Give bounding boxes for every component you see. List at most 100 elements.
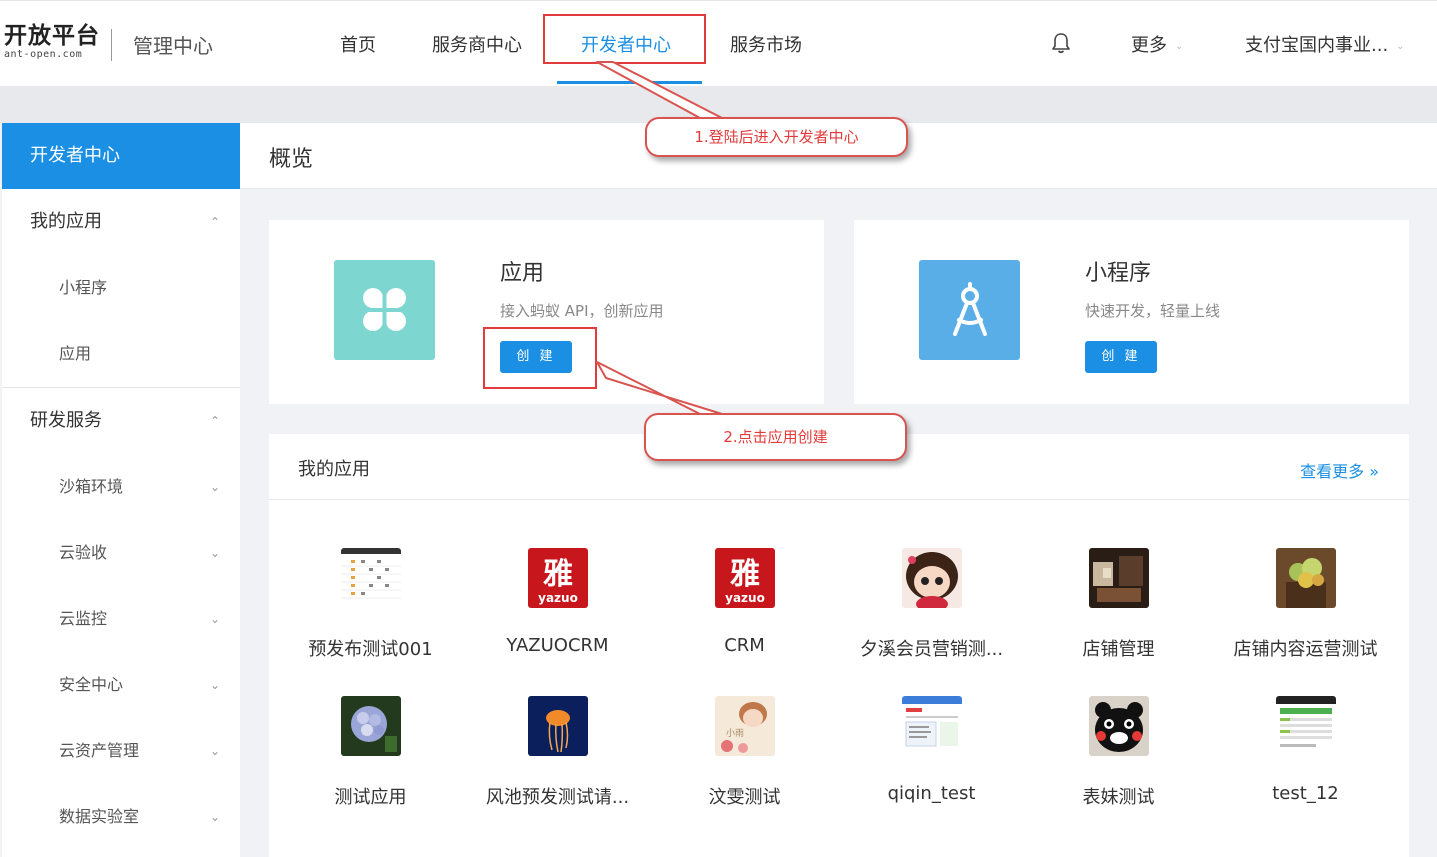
card-title-mini-program: 小程序 [1085,261,1152,286]
compass-icon [919,260,1020,360]
create-mini-program-card: 小程序 快速开发，轻量上线 创 建 [854,220,1409,404]
chevron-up-icon: ⌃ [209,414,220,428]
sidebar-item-label: 沙箱环境 [59,477,124,496]
platform-logo[interactable]: 开放平台 ant-open.com [4,23,100,61]
app-item[interactable]: qiqin_test [838,696,1025,804]
sidebar-item-label: 云资产管理 [59,741,140,760]
create-mini-program-button[interactable]: 创 建 [1085,341,1157,373]
annotation-callout-step1: 1.登陆后进入开发者中心 [645,117,908,157]
nav-active-underline [557,81,702,84]
app-name: 店铺内容运营测试 [1233,639,1378,660]
app-item[interactable]: 雅 yazuo CRM [651,548,838,656]
sidebar-item-label: 云验收 [59,543,108,562]
chevron-down-icon: ⌄ [1396,40,1405,52]
jellyfish-photo-icon [527,696,588,756]
svg-text:雅: 雅 [543,557,573,592]
console-title: 管理中心 [133,34,213,58]
clover-icon [334,260,435,360]
cartoon-girl-icon [901,548,962,608]
sidebar: 开发者中心 我的应用 ⌃ 小程序 应用 研发服务 ⌃ 沙箱环境 ⌄ 云验收 ⌄ 云监控 ⌄… [2,123,240,857]
bell-icon[interactable] [1050,31,1072,55]
app-item[interactable]: 风池预发测试请... [464,696,651,809]
sidebar-group-label: 我的应用 [30,211,102,232]
yazuo-logo-icon: 雅 yazuo [527,548,588,608]
yazuo-logo-icon: 雅 yazuo [714,548,775,608]
app-name: test_12 [1272,783,1339,804]
card-desc-app: 接入蚂蚁 API，创新应用 [500,302,664,320]
chevron-down-icon: ⌄ [1175,40,1184,52]
app-name: 夕溪会员营销测... [859,639,1004,660]
logo-sub-text: ant-open.com [4,49,83,60]
sidebar-item-cloud-assets[interactable]: 云资产管理 ⌄ [2,718,240,784]
account-menu[interactable]: 支付宝国内事业... ⌄ [1245,31,1405,57]
app-name: 测试应用 [334,787,407,808]
chevron-down-icon: ⌄ [209,678,220,692]
phone-screen-thumb-icon [1275,696,1336,756]
app-name: 汶雯测试 [708,787,781,808]
card-title-app: 应用 [500,261,545,286]
sidebar-item-label: 数据实验室 [59,807,140,826]
app-name: 店铺管理 [1082,639,1155,660]
app-item[interactable]: 雅 yazuo YAZUOCRM [464,548,651,656]
sidebar-group-my-apps[interactable]: 我的应用 ⌃ [2,189,240,255]
chevron-down-icon: ⌄ [209,480,220,494]
sidebar-item-security-center[interactable]: 安全中心 ⌄ [2,652,240,718]
chevron-down-icon: ⌄ [209,612,220,626]
more-label: 更多 [1131,35,1167,56]
webpage-thumb-icon [901,696,962,756]
nav-service-market[interactable]: 服务市场 [730,31,802,57]
page-title: 概览 [269,147,314,172]
sidebar-item-label: 云监控 [59,609,108,628]
svg-text:雅: 雅 [730,557,760,592]
account-label: 支付宝国内事业... [1245,35,1389,56]
sidebar-item-developer-center[interactable]: 开发者中心 [2,123,240,189]
more-menu[interactable]: 更多 ⌄ [1131,31,1183,57]
app-name: 风池预发测试请... [485,787,630,808]
chevron-down-icon: ⌄ [209,744,220,758]
annotation-highlight-developer-center [543,14,706,64]
illustration-girl-icon: 小雨 [714,696,775,756]
hydrangea-photo-icon [340,696,401,756]
sidebar-item-cloud-monitor[interactable]: 云监控 ⌄ [2,586,240,652]
app-item[interactable]: 表妹测试 [1025,696,1212,809]
sidebar-item-cloud-acceptance[interactable]: 云验收 ⌄ [2,520,240,586]
app-item[interactable]: 预发布测试001 [277,548,464,661]
logo-main-text: 开放平台 [4,23,100,49]
app-item[interactable]: 店铺内容运营测试 [1212,548,1399,661]
app-item[interactable]: 夕溪会员营销测... [838,548,1025,661]
my-apps-panel: 我的应用 查看更多 » 预发布测试001 雅 yazuo YAZUOCRM 雅 … [269,434,1409,857]
annotation-callout-step2: 2.点击应用创建 [644,413,907,461]
sidebar-item-mini-program[interactable]: 小程序 [2,255,240,321]
logo-divider [111,29,112,61]
app-item[interactable]: 小雨 汶雯测试 [651,696,838,809]
shop-photo-icon [1088,548,1149,608]
annotation-highlight-create-button [483,327,597,389]
app-item[interactable]: 测试应用 [277,696,464,809]
sidebar-item-sandbox[interactable]: 沙箱环境 ⌄ [2,454,240,520]
svg-text:yazuo: yazuo [538,591,578,605]
chevron-down-icon: ⌄ [209,810,220,824]
view-more-link[interactable]: 查看更多 » [1300,458,1379,482]
app-name: CRM [724,635,765,656]
chevron-down-icon: ⌄ [209,546,220,560]
sidebar-item-data-lab[interactable]: 数据实验室 ⌄ [2,784,240,850]
top-header: 开放平台 ant-open.com 管理中心 首页 服务商中心 开发者中心 服务… [0,0,1437,86]
my-apps-title: 我的应用 [298,459,370,480]
svg-text:yazuo: yazuo [725,591,765,605]
card-desc-mini-program: 快速开发，轻量上线 [1085,302,1221,320]
sidebar-item-label: 安全中心 [59,675,124,694]
app-item[interactable]: test_12 [1212,696,1399,804]
kumamon-icon [1088,696,1149,756]
app-item[interactable]: 店铺管理 [1025,548,1212,661]
svg-text:小雨: 小雨 [725,728,743,739]
spreadsheet-thumb-icon [340,548,401,608]
nav-provider-center[interactable]: 服务商中心 [432,31,522,57]
app-name: 预发布测试001 [308,639,433,660]
sidebar-group-dev-services[interactable]: 研发服务 ⌃ [2,388,240,454]
nav-home[interactable]: 首页 [340,31,376,57]
app-name: 表妹测试 [1082,787,1155,808]
succulent-photo-icon [1275,548,1336,608]
sidebar-item-app[interactable]: 应用 [2,321,240,387]
chevron-up-icon: ⌃ [209,215,220,229]
app-name: YAZUOCRM [506,635,609,656]
